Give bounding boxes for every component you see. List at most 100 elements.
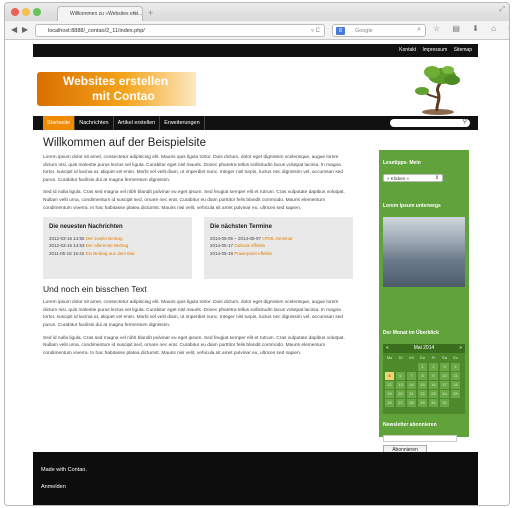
address-bar[interactable]: localhost:8888/_contao/2_11/index.php/ ▿… xyxy=(35,24,325,37)
toolbar-icons[interactable]: ☆ ▤ ⬇ ⌂ ≡ xyxy=(433,24,509,33)
browser-tab[interactable]: Willkommen zu »Websites erst... ✕ xyxy=(57,6,143,21)
sidebar: Lesetipps- Mein » Klicken « ⇕ Lorem Ipsu… xyxy=(379,150,469,454)
news-link[interactable]: Der allererste Beitrag xyxy=(86,243,129,248)
sidebar-landscape-image xyxy=(383,217,465,287)
news-date: 2012-03-16 14:55 xyxy=(49,236,85,242)
page-title: Willkommen auf der Beispielsite xyxy=(43,137,206,149)
calendar-day[interactable]: 23 xyxy=(429,390,438,398)
calendar-day[interactable]: 19 xyxy=(385,390,394,398)
news-date: 2011-05-18 15:42 xyxy=(49,250,85,256)
calendar-day[interactable]: 10 xyxy=(440,372,449,380)
event-item: 2014-05-05 – 2014-05-07 HTML-Seminar xyxy=(210,235,347,242)
login-link[interactable]: Anmelden xyxy=(41,484,66,490)
event-link[interactable]: Powerpoint effektiv xyxy=(234,251,272,256)
calendar-prev-icon[interactable]: « xyxy=(386,344,389,353)
calendar-day[interactable]: 17 xyxy=(440,381,449,389)
news-item: 2012-03-16 14:53 Der allererste Beitrag xyxy=(49,242,186,249)
tab-close-icon[interactable]: ✕ xyxy=(132,10,137,17)
calendar-next-icon[interactable]: » xyxy=(459,344,462,353)
made-with-text: Made with Contao. xyxy=(41,467,87,473)
main-menu: Startseite Nachrichten Artikel erstellen… xyxy=(43,116,205,130)
site-search-input[interactable]: ⚲ xyxy=(390,119,470,127)
calendar-day[interactable]: 1 xyxy=(418,363,427,371)
calendar-day[interactable]: 3 xyxy=(440,363,449,371)
calendar-day[interactable]: 6 xyxy=(396,372,405,380)
quicklinks-selected: » Klicken « xyxy=(387,176,410,181)
calendar-day[interactable]: 28 xyxy=(407,399,416,407)
menu-item-news[interactable]: Nachrichten xyxy=(75,116,114,130)
minimize-window-icon[interactable] xyxy=(22,8,30,16)
top-link-contact[interactable]: Kontakt xyxy=(399,47,416,53)
browser-search-field[interactable]: 8 Google ⌕ xyxy=(332,24,426,37)
quicklinks-title: Lesetipps- Mein xyxy=(383,160,421,166)
latest-news-title: Die neuesten Nachrichten xyxy=(49,224,123,231)
calendar-empty-cell xyxy=(384,363,395,371)
calendar-empty-cell xyxy=(406,363,417,371)
calendar-day[interactable]: 20 xyxy=(396,390,405,398)
event-date: 2014-05-18 xyxy=(210,250,234,256)
calendar-day[interactable]: 8 xyxy=(418,372,427,380)
calendar-day[interactable]: 24 xyxy=(440,390,449,398)
back-icon[interactable]: ◀ xyxy=(11,25,17,34)
calendar-day[interactable]: 13 xyxy=(396,381,405,389)
logo-line-2: mit Contao xyxy=(92,89,155,103)
site-footer: Made with Contao. Anmelden xyxy=(33,452,478,505)
calendar-day[interactable]: 16 xyxy=(429,381,438,389)
google-engine-icon[interactable]: 8 xyxy=(336,27,345,35)
news-link[interactable]: Der zweite Beitrag xyxy=(86,236,123,241)
calendar-day[interactable]: 14 xyxy=(407,381,416,389)
logo-line-1: Websites erstellen xyxy=(63,74,169,88)
top-links: Kontakt Impressum Sitemap xyxy=(394,47,472,53)
calendar-day[interactable]: 5 xyxy=(385,372,394,380)
calendar-day[interactable]: 27 xyxy=(396,399,405,407)
url-text: localhost:8888/_contao/2_11/index.php/ xyxy=(48,28,145,34)
event-link[interactable]: Outlook effektiv xyxy=(234,243,265,248)
calendar-day[interactable]: 26 xyxy=(385,399,394,407)
calendar-day[interactable]: 2 xyxy=(429,363,438,371)
search-icon[interactable]: ⚲ xyxy=(463,118,467,125)
reload-icon[interactable]: ▿ C xyxy=(311,27,320,34)
calendar-day[interactable]: 21 xyxy=(407,390,416,398)
calendar-day[interactable]: 25 xyxy=(451,390,460,398)
calendar-day[interactable]: 12 xyxy=(385,381,394,389)
top-link-sitemap[interactable]: Sitemap xyxy=(454,47,472,53)
calendar-day[interactable]: 29 xyxy=(418,399,427,407)
calendar-day[interactable]: 22 xyxy=(418,390,427,398)
paragraph-4: Sed id nulla ligula. Cras sed magna vel … xyxy=(43,335,345,356)
calendar-day[interactable]: 7 xyxy=(407,372,416,380)
newsletter-email-input[interactable] xyxy=(383,435,457,442)
bonsai-tree-image xyxy=(415,66,460,115)
forward-icon[interactable]: ▶ xyxy=(22,25,28,34)
calendar-weekday: Do xyxy=(419,355,426,360)
upcoming-events-title: Die nächsten Termine xyxy=(210,224,272,231)
event-item: 2014-05-17 Outlook effektiv xyxy=(210,242,347,249)
calendar-day[interactable]: 11 xyxy=(451,372,460,380)
main-content: Willkommen auf der Beispielsite Lorem ip… xyxy=(43,137,353,362)
upcoming-events-box: Die nächsten Termine 2014-05-05 – 2014-0… xyxy=(204,217,353,280)
calendar-empty-cell xyxy=(395,363,406,371)
calendar-day[interactable]: 18 xyxy=(451,381,460,389)
site-logo[interactable]: Websites erstellen mit Contao xyxy=(37,72,196,106)
news-link[interactable]: Ein Beitrag aus dem Mai xyxy=(85,251,134,256)
calendar-day[interactable]: 9 xyxy=(429,372,438,380)
menu-item-create-articles[interactable]: Artikel erstellen xyxy=(114,116,161,130)
new-tab-icon[interactable]: + xyxy=(148,8,153,18)
title-bar: Willkommen zu »Websites erst... ✕ + ⤢ xyxy=(5,3,509,21)
magnifier-icon[interactable]: ⌕ xyxy=(417,26,421,34)
event-link[interactable]: HTML-Seminar xyxy=(262,236,293,241)
calendar-weekday: Mo xyxy=(386,355,393,360)
fullscreen-icon[interactable]: ⤢ xyxy=(499,6,505,14)
top-link-imprint[interactable]: Impressum xyxy=(423,47,448,53)
calendar-day[interactable]: 15 xyxy=(418,381,427,389)
newsletter-title: Newsletter abonnieren xyxy=(383,422,437,428)
calendar-day[interactable]: 4 xyxy=(451,363,460,371)
calendar-day[interactable]: 30 xyxy=(429,399,438,407)
zoom-window-icon[interactable] xyxy=(33,8,41,16)
select-arrows-icon: ⇕ xyxy=(434,175,439,181)
calendar-day[interactable]: 31 xyxy=(440,399,449,407)
quicklinks-select[interactable]: » Klicken « ⇕ xyxy=(383,174,443,182)
close-window-icon[interactable] xyxy=(11,8,19,16)
menu-item-home[interactable]: Startseite xyxy=(43,116,76,130)
image-title: Lorem Ipsum unterwegs xyxy=(383,203,441,209)
menu-item-extensions[interactable]: Erweiterungen xyxy=(160,116,205,130)
